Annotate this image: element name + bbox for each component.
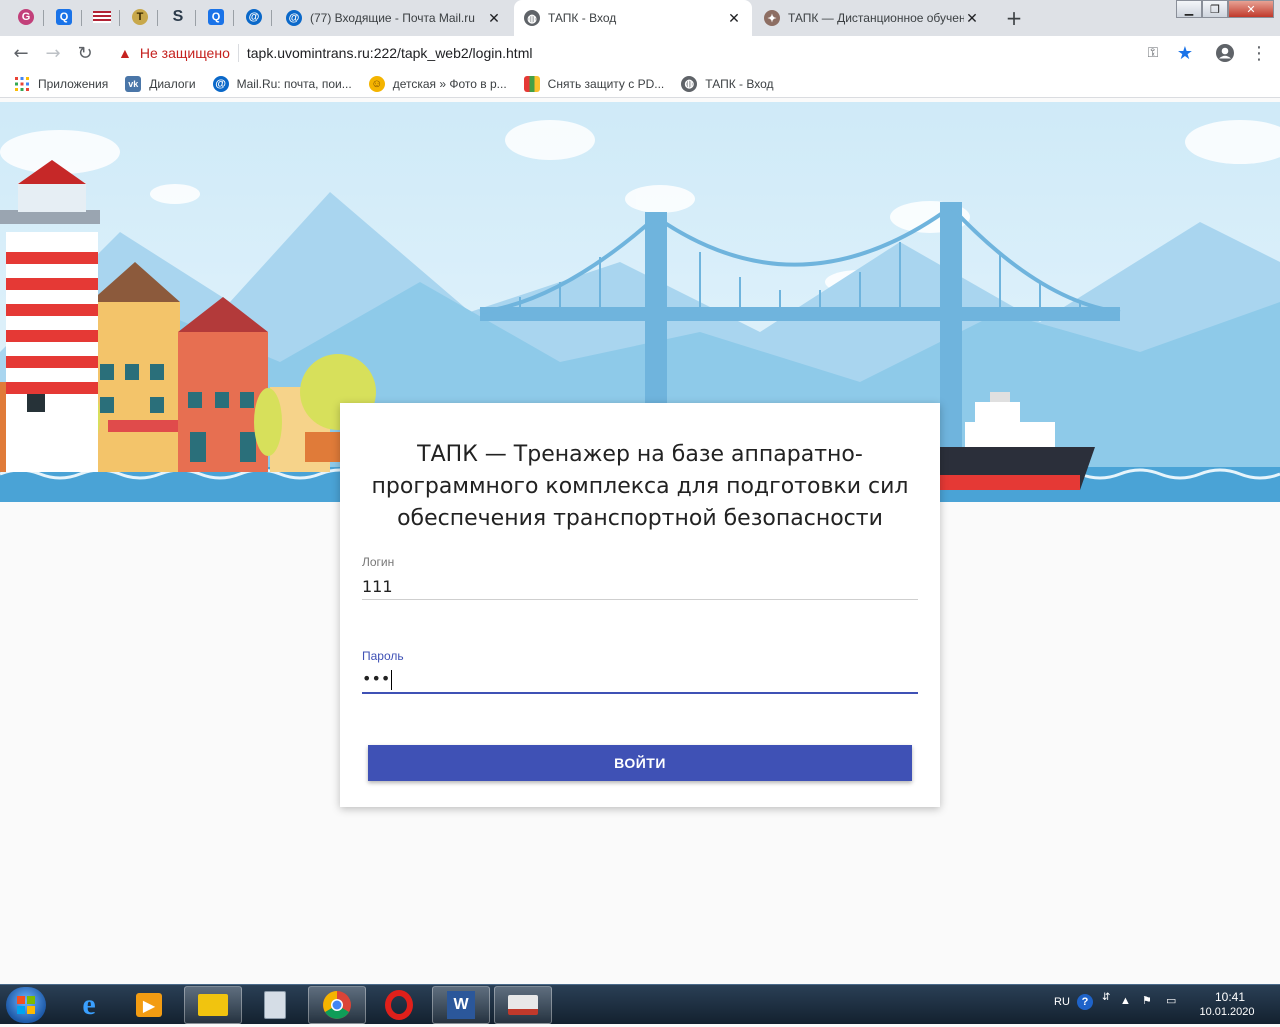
clock-time[interactable]: 10:41 (1200, 990, 1260, 1004)
help-icon[interactable]: ? (1077, 994, 1093, 1010)
skype-s-icon: S (172, 8, 184, 25)
coin-t-icon: T (132, 9, 148, 25)
tab-strip: G Q T S Q @ @ (77) Входящие - Почта Mail… (0, 0, 1280, 36)
opera-icon[interactable] (370, 986, 428, 1024)
menu-kebab-icon[interactable]: ⋮ (1246, 41, 1272, 65)
browser-toolbar: ← → ↻ ▲ Не защищено tapk.uvomintrans.ru:… (0, 36, 1280, 70)
reload-icon[interactable]: ↻ (72, 41, 98, 65)
title-line: программного комплекса для подготовки си… (371, 474, 909, 499)
google-g-icon: G (18, 9, 34, 25)
network-icon[interactable]: ▭ (1166, 994, 1176, 1007)
apps-grid-icon (14, 76, 30, 92)
smiley-icon: ☺ (368, 75, 385, 92)
bookmark-tapk[interactable]: ◍ ТАПК - Вход (681, 75, 774, 92)
close-icon[interactable]: ✕ (486, 10, 502, 27)
password-dots: ••• (362, 669, 391, 688)
password-underline (362, 692, 918, 694)
bookmark-pdf-unlock[interactable]: Снять защиту с PD... (523, 75, 665, 92)
tab-title: ТАПК - Вход (548, 11, 617, 25)
bookmark-label: Диалоги (149, 76, 196, 91)
chrome-icon[interactable] (308, 986, 366, 1024)
close-icon[interactable]: ✕ (964, 10, 980, 27)
globe-icon: ◍ (524, 10, 540, 26)
forward-arrow-icon[interactable]: → (40, 41, 66, 65)
vk-icon: vk (125, 75, 142, 92)
pinned-tab-4[interactable]: T (122, 2, 158, 32)
bookmark-label: Снять защиту с PD... (547, 76, 665, 91)
tab-title: (77) Входящие - Почта Mail.ru (310, 11, 475, 25)
pinned-tab-6[interactable]: Q (198, 2, 234, 32)
page-content: ТАПК — Тренажер на базе аппаратно- прогр… (0, 102, 1280, 984)
bookmark-label: Mail.Ru: почта, пои... (236, 76, 352, 91)
emblem-icon: ✦ (764, 10, 780, 26)
windows-taskbar: e ▶ W RU ? ⇵ ▲ ⚑ ▭ 10:41 10.01.2020 (0, 984, 1280, 1024)
mail-at-icon: @ (246, 9, 262, 25)
warning-triangle-icon: ▲ (118, 45, 132, 61)
search-q-icon: Q (56, 9, 72, 25)
profile-avatar-icon[interactable] (1212, 41, 1238, 65)
file-explorer-icon[interactable] (184, 986, 242, 1024)
pinned-tab-3[interactable] (84, 2, 120, 32)
show-hidden-icons-icon[interactable]: ▲ (1120, 995, 1131, 1007)
color-squares-icon (523, 75, 540, 92)
pinned-tab-2[interactable]: Q (46, 2, 82, 32)
new-tab-button[interactable]: + (1002, 6, 1026, 30)
language-indicator[interactable]: RU (1054, 996, 1070, 1008)
word-icon[interactable]: W (432, 986, 490, 1024)
close-icon[interactable]: ✕ (726, 10, 742, 27)
bookmark-kids-photo[interactable]: ☺ детская » Фото в р... (368, 75, 507, 92)
pinned-tab-7[interactable]: @ (236, 2, 272, 32)
calculator-icon[interactable] (246, 986, 304, 1024)
media-player-icon[interactable]: ▶ (120, 986, 178, 1024)
us-flag-icon (93, 11, 111, 23)
mail-at-icon: @ (286, 10, 302, 26)
key-icon[interactable]: ⚿ (1140, 41, 1166, 65)
minimize-button[interactable]: ▁ (1176, 0, 1202, 18)
start-button[interactable] (6, 987, 46, 1023)
search-q-icon: Q (208, 9, 224, 25)
back-arrow-icon[interactable]: ← (8, 41, 34, 65)
bookmark-label: ТАПК - Вход (705, 76, 774, 91)
page-title: ТАПК — Тренажер на базе аппаратно- прогр… (360, 439, 920, 535)
login-button[interactable]: ВОЙТИ (368, 745, 912, 781)
restore-button[interactable]: ❐ (1202, 0, 1228, 18)
tab-tapk-login[interactable]: ◍ ТАПК - Вход ✕ (514, 0, 752, 36)
bookmark-label: детская » Фото в р... (392, 76, 507, 91)
pinned-tab-1[interactable]: G (8, 2, 44, 32)
mail-at-icon: @ (212, 75, 229, 92)
title-line: обеспечения транспортной безопасности (397, 506, 883, 531)
internet-explorer-icon[interactable]: e (60, 986, 118, 1024)
pinned-tab-5[interactable]: S (160, 2, 196, 32)
password-field[interactable]: ••• (362, 669, 393, 690)
login-field[interactable]: 111 (362, 577, 393, 596)
login-label: Логин (362, 555, 395, 569)
bookmark-dialogs[interactable]: vk Диалоги (125, 75, 196, 92)
tab-tapk-distance[interactable]: ✦ ТАПК — Дистанционное обучение ✕ (754, 0, 990, 36)
security-label[interactable]: Не защищено (140, 45, 230, 61)
globe-icon: ◍ (681, 75, 698, 92)
url-text[interactable]: tapk.uvomintrans.ru:222/tapk_web2/login.… (247, 45, 533, 61)
bookmark-mailru[interactable]: @ Mail.Ru: почта, пои... (212, 75, 352, 92)
title-line: ТАПК — Тренажер на базе аппаратно- (417, 442, 863, 467)
tab-title: ТАПК — Дистанционное обучение (788, 11, 964, 25)
tray-arrows-icon[interactable]: ⇵ (1102, 992, 1110, 1003)
bookmark-label: Приложения (38, 76, 109, 91)
close-window-button[interactable]: ✕ (1228, 0, 1274, 18)
tab-mail[interactable]: @ (77) Входящие - Почта Mail.ru ✕ (276, 0, 512, 36)
clock-date[interactable]: 10.01.2020 (1194, 1006, 1260, 1018)
action-center-flag-icon[interactable]: ⚑ (1142, 994, 1152, 1007)
login-underline (362, 599, 918, 600)
mail-client-icon[interactable] (494, 986, 552, 1024)
login-card: ТАПК — Тренажер на базе аппаратно- прогр… (340, 403, 940, 807)
bookmarks-bar: Приложения vk Диалоги @ Mail.Ru: почта, … (0, 70, 1280, 98)
bookmark-apps[interactable]: Приложения (14, 76, 108, 92)
password-label: Пароль (362, 649, 404, 663)
star-bookmark-icon[interactable]: ★ (1172, 41, 1198, 65)
address-bar[interactable]: ▲ Не защищено tapk.uvomintrans.ru:222/ta… (108, 39, 1208, 67)
